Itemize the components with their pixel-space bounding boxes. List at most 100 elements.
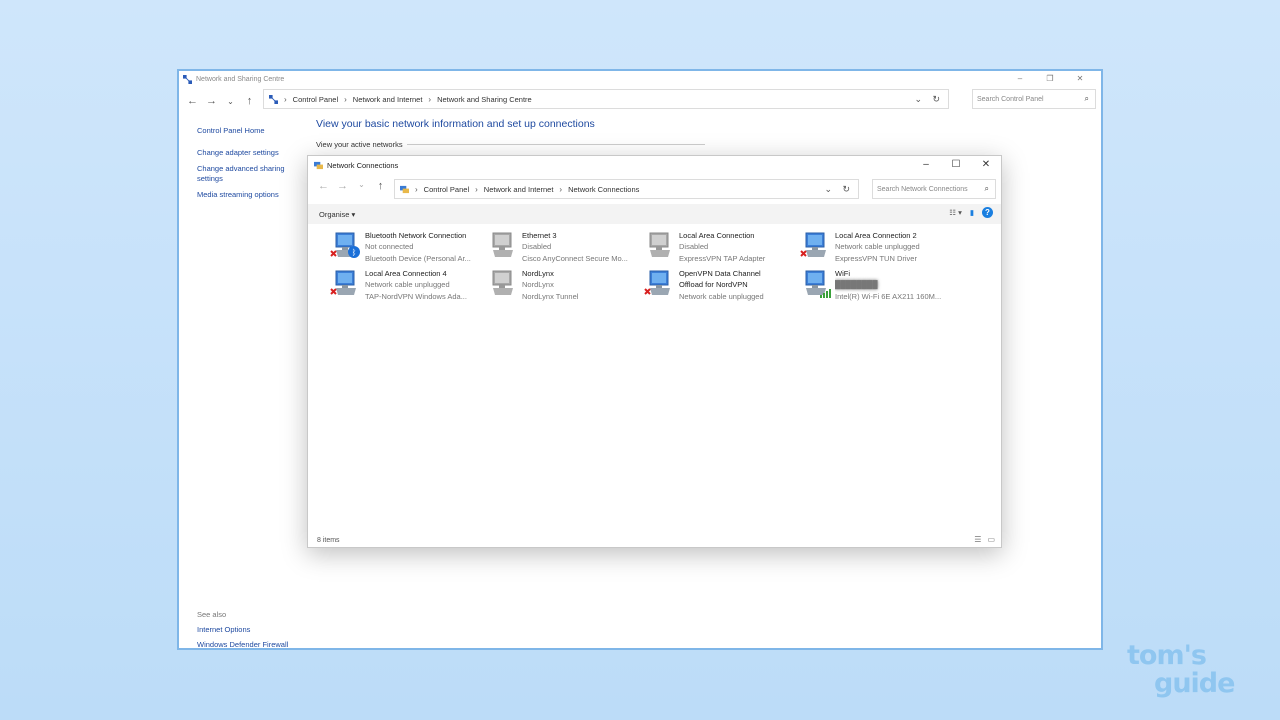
back-arrow-icon[interactable]: ←	[183, 95, 202, 107]
connection-name: WiFi	[835, 268, 959, 279]
breadcrumb-sharing-centre[interactable]: Network and Sharing Centre	[437, 95, 532, 104]
forward-arrow-icon[interactable]: →	[202, 95, 221, 107]
inner-address-bar[interactable]: › Control Panel › Network and Internet ›…	[394, 179, 859, 199]
inner-breadcrumb-network-internet[interactable]: Network and Internet	[484, 185, 554, 194]
connection-local-area[interactable]: Local Area Connection Disabled ExpressVP…	[644, 230, 800, 266]
change-view-icon[interactable]: ☷ ▾	[949, 208, 962, 217]
network-adapter-icon: ᛒ	[330, 230, 362, 262]
connection-ethernet-3[interactable]: Ethernet 3 Disabled Cisco AnyConnect Sec…	[487, 230, 643, 266]
control-panel-icon	[269, 95, 278, 104]
connection-wifi[interactable]: WiFi ████████ Intel(R) Wi-Fi 6E AX211 16…	[800, 268, 956, 304]
outer-window-title: Network and Sharing Centre	[196, 76, 284, 83]
active-networks-label: View your active networks	[316, 140, 705, 149]
up-arrow-icon[interactable]: ↑	[240, 95, 259, 107]
recent-dropdown-icon[interactable]: ⌄	[221, 97, 240, 106]
nav-control-panel-home[interactable]: Control Panel Home	[197, 126, 307, 136]
page-heading: View your basic network information and …	[316, 118, 595, 130]
close-button[interactable]: ✕	[1065, 71, 1095, 87]
connection-nordlynx[interactable]: NordLynx NordLynx NordLynx Tunnel	[487, 268, 643, 304]
nav-change-adapter-settings[interactable]: Change adapter settings	[197, 148, 307, 158]
outer-address-bar[interactable]: › Control Panel › Network and Internet ›…	[263, 89, 949, 109]
breadcrumb-chevron-icon: ›	[559, 185, 562, 194]
wifi-adapter-icon	[800, 268, 832, 300]
connection-device: ExpressVPN TAP Adapter	[679, 253, 803, 264]
divider	[407, 144, 705, 145]
inner-titlebar: Network Connections – ☐ ✕	[308, 156, 1001, 174]
breadcrumb-chevron-icon: ›	[428, 95, 431, 104]
network-connections-crumb-icon	[400, 185, 409, 194]
connection-name: Local Area Connection	[679, 230, 803, 241]
breadcrumb-chevron-icon: ›	[344, 95, 347, 104]
inner-up-arrow-icon[interactable]: ↑	[371, 180, 390, 192]
details-view-icon[interactable]: ☰	[974, 535, 981, 544]
breadcrumb-chevron-icon: ›	[284, 95, 287, 104]
connection-local-area-2[interactable]: Local Area Connection 2 Network cable un…	[800, 230, 956, 266]
connection-status: Disabled	[679, 241, 803, 252]
network-adapter-disabled-icon	[487, 268, 519, 300]
refresh-icon[interactable]: ↻	[932, 94, 940, 105]
inner-forward-arrow-icon[interactable]: →	[333, 180, 352, 192]
breadcrumb-chevron-icon: ›	[415, 185, 418, 194]
inner-address-row: ← → ⌄ ↑ › Control Panel › Network and In…	[308, 174, 1001, 204]
link-internet-options[interactable]: Internet Options	[197, 622, 288, 637]
link-defender-firewall[interactable]: Windows Defender Firewall	[197, 637, 288, 652]
connection-status: Network cable unplugged	[365, 279, 489, 290]
connection-status: Network cable unplugged	[835, 241, 959, 252]
network-adapter-disabled-icon	[644, 230, 676, 262]
connection-status: Not connected	[365, 241, 489, 252]
inner-maximize-button[interactable]: ☐	[941, 156, 971, 174]
connection-bluetooth[interactable]: ᛒ Bluetooth Network Connection Not conne…	[330, 230, 486, 266]
inner-search-input[interactable]: Search Network Connections ⌕	[872, 179, 996, 199]
large-icons-view-icon[interactable]: ▭	[987, 535, 995, 544]
nav-change-advanced-sharing[interactable]: Change advanced sharing settings	[197, 164, 289, 184]
address-dropdown-icon[interactable]: ⌄	[914, 94, 922, 105]
see-also-section: See also Internet Options Windows Defend…	[197, 607, 288, 652]
toms-guide-logo: tom's guide	[1127, 642, 1234, 698]
network-adapter-unplugged-icon	[800, 230, 832, 262]
help-icon[interactable]: ?	[982, 207, 993, 218]
connection-device: TAP-NordVPN Windows Ada...	[365, 291, 489, 302]
see-also-title: See also	[197, 607, 288, 622]
command-bar: Organise ▾ ☷ ▾ ▮ ?	[308, 204, 1001, 224]
breadcrumb-control-panel[interactable]: Control Panel	[293, 95, 338, 104]
logo-line2: guide	[1127, 670, 1234, 698]
organise-menu[interactable]: Organise ▾	[319, 210, 355, 219]
status-item-count: 8 items	[317, 537, 340, 544]
minimize-button[interactable]: –	[1005, 71, 1035, 87]
connection-name: Local Area Connection 2	[835, 230, 959, 241]
inner-breadcrumb-network-connections[interactable]: Network Connections	[568, 185, 639, 194]
preview-pane-icon[interactable]: ▮	[970, 208, 974, 217]
inner-address-dropdown-icon[interactable]: ⌄	[824, 184, 832, 195]
connection-name: OpenVPN Data Channel	[679, 268, 803, 279]
breadcrumb-network-internet[interactable]: Network and Internet	[353, 95, 423, 104]
search-icon: ⌕	[985, 184, 989, 194]
connection-device: Intel(R) Wi-Fi 6E AX211 160M...	[835, 291, 959, 302]
inner-window-title: Network Connections	[327, 161, 398, 170]
restore-button[interactable]: ❐	[1035, 71, 1065, 87]
logo-line1: tom's	[1127, 642, 1234, 670]
network-adapter-unplugged-icon	[644, 268, 676, 300]
connection-status: Disabled	[522, 241, 646, 252]
connection-device: Bluetooth Device (Personal Ar...	[365, 253, 489, 264]
network-adapter-unplugged-icon	[330, 268, 362, 300]
inner-recent-dropdown-icon[interactable]: ⌄	[352, 180, 371, 192]
connection-name: NordLynx	[522, 268, 646, 279]
connection-name: Bluetooth Network Connection	[365, 230, 489, 241]
inner-back-arrow-icon[interactable]: ←	[314, 180, 333, 192]
inner-refresh-icon[interactable]: ↻	[842, 184, 850, 195]
connection-status: NordLynx	[522, 279, 646, 290]
network-adapter-disabled-icon	[487, 230, 519, 262]
nav-media-streaming[interactable]: Media streaming options	[197, 190, 307, 200]
network-connections-icon	[314, 161, 323, 170]
connection-local-area-4[interactable]: Local Area Connection 4 Network cable un…	[330, 268, 486, 304]
inner-close-button[interactable]: ✕	[971, 156, 1001, 174]
inner-minimize-button[interactable]: –	[911, 156, 941, 174]
connection-device: Cisco AnyConnect Secure Mo...	[522, 253, 646, 264]
active-networks-text: View your active networks	[316, 140, 403, 149]
connection-openvpn[interactable]: OpenVPN Data Channel Offload for NordVPN…	[644, 268, 800, 304]
connection-ssid-blurred: ████████	[835, 279, 959, 290]
svg-text:ᛒ: ᛒ	[352, 248, 357, 257]
inner-breadcrumb-control-panel[interactable]: Control Panel	[424, 185, 469, 194]
outer-search-input[interactable]: Search Control Panel ⌕	[972, 89, 1096, 109]
connection-device: ExpressVPN TUN Driver	[835, 253, 959, 264]
